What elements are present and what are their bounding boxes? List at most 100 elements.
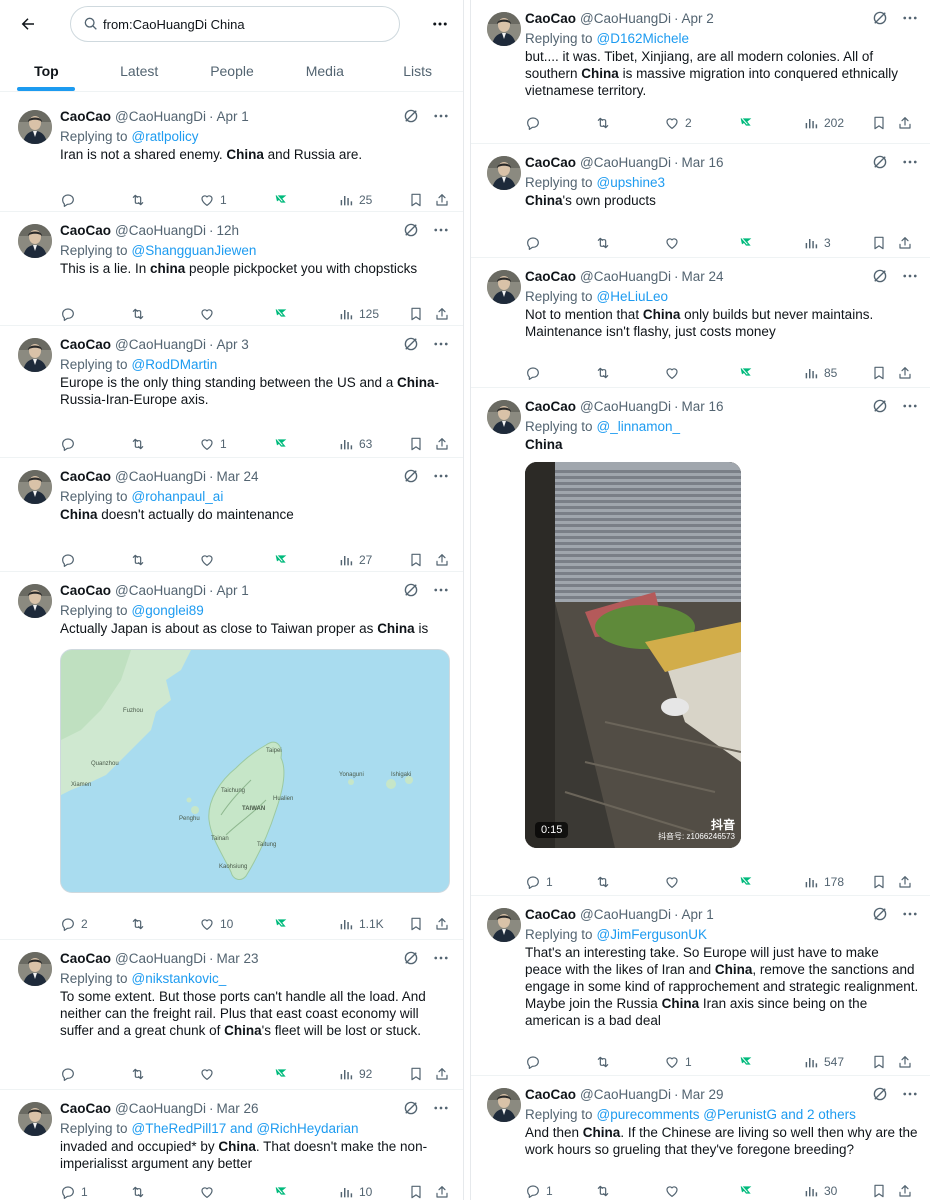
more-icon[interactable]	[901, 153, 919, 171]
replying-to-handle[interactable]: @JimFergusonUK	[597, 927, 708, 942]
avatar[interactable]	[18, 952, 52, 986]
grok-explain-icon[interactable]	[402, 581, 420, 599]
replying-to-handle[interactable]: @purecomments @PerunistG and 2 others	[597, 1107, 856, 1122]
more-icon[interactable]	[901, 267, 919, 285]
more-icon[interactable]	[432, 221, 450, 239]
timestamp[interactable]: Apr 1	[682, 907, 714, 922]
grok-button[interactable]	[273, 552, 289, 568]
grok-explain-icon[interactable]	[871, 1085, 889, 1103]
avatar[interactable]	[487, 908, 521, 942]
reply-button[interactable]: 2	[60, 916, 88, 932]
like-button[interactable]	[199, 306, 220, 322]
timestamp[interactable]: Mar 16	[682, 399, 724, 414]
retweet-button[interactable]	[130, 192, 151, 208]
bookmark-button[interactable]	[871, 365, 887, 381]
views-button[interactable]: 25	[338, 192, 372, 208]
share-button[interactable]	[434, 436, 450, 452]
more-icon[interactable]	[432, 1099, 450, 1117]
display-name[interactable]: CaoCao	[60, 223, 111, 238]
views-button[interactable]: 92	[338, 1066, 372, 1082]
reply-button[interactable]	[60, 192, 81, 208]
share-button[interactable]	[434, 916, 450, 932]
share-button[interactable]	[434, 1066, 450, 1082]
bookmark-button[interactable]	[871, 115, 887, 131]
timestamp[interactable]: 12h	[217, 223, 240, 238]
replying-to-handle[interactable]: @ShangguanJiewen	[132, 243, 257, 258]
grok-explain-icon[interactable]	[402, 335, 420, 353]
like-button[interactable]: 2	[664, 115, 692, 131]
timestamp[interactable]: Mar 26	[217, 1101, 259, 1116]
user-handle[interactable]: @CaoHuangDi	[115, 1101, 206, 1116]
timestamp[interactable]: Mar 23	[217, 951, 259, 966]
display-name[interactable]: CaoCao	[525, 907, 576, 922]
user-handle[interactable]: @CaoHuangDi	[115, 223, 206, 238]
avatar[interactable]	[18, 110, 52, 144]
grok-button[interactable]	[273, 192, 289, 208]
tab-media[interactable]: Media	[278, 50, 371, 91]
more-options-button[interactable]	[428, 12, 452, 36]
avatar[interactable]	[18, 1102, 52, 1136]
replying-to-handle[interactable]: @D162Michele	[597, 31, 690, 46]
tweet[interactable]: CaoCao @CaoHuangDi · Apr 2 Replying to @D162M…	[471, 0, 930, 144]
bookmark-button[interactable]	[871, 1054, 887, 1070]
user-handle[interactable]: @CaoHuangDi	[580, 907, 671, 922]
reply-button[interactable]	[60, 552, 81, 568]
replying-to-handle[interactable]: @nikstankovic_	[132, 971, 227, 986]
share-button[interactable]	[434, 1184, 450, 1200]
like-button[interactable]	[199, 1184, 220, 1200]
timestamp[interactable]: Mar 29	[682, 1087, 724, 1102]
grok-button[interactable]	[738, 115, 754, 131]
views-button[interactable]: 125	[338, 306, 379, 322]
reply-button[interactable]	[525, 1054, 546, 1070]
replying-to-handle[interactable]: @ratlpolicy	[132, 129, 199, 144]
views-button[interactable]: 10	[338, 1184, 372, 1200]
user-handle[interactable]: @CaoHuangDi	[580, 155, 671, 170]
views-button[interactable]: 3	[803, 235, 831, 251]
retweet-button[interactable]	[595, 1183, 616, 1199]
bookmark-button[interactable]	[408, 916, 424, 932]
grok-button[interactable]	[273, 1066, 289, 1082]
grok-explain-icon[interactable]	[871, 267, 889, 285]
tweet[interactable]: CaoCao @CaoHuangDi · Apr 3 Replying to @RodDM…	[0, 326, 463, 458]
tweet[interactable]: CaoCao @CaoHuangDi · Apr 1 Replying to @JimFe…	[471, 896, 930, 1076]
replying-to-handle[interactable]: @_linnamon_	[597, 419, 681, 434]
more-icon[interactable]	[432, 335, 450, 353]
like-button[interactable]: 1	[199, 436, 227, 452]
share-button[interactable]	[897, 1183, 913, 1199]
user-handle[interactable]: @CaoHuangDi	[580, 1087, 671, 1102]
reply-button[interactable]	[60, 436, 81, 452]
more-icon[interactable]	[432, 949, 450, 967]
retweet-button[interactable]	[130, 552, 151, 568]
reply-button[interactable]: 1	[60, 1184, 88, 1200]
bookmark-button[interactable]	[408, 192, 424, 208]
retweet-button[interactable]	[595, 874, 616, 890]
user-handle[interactable]: @CaoHuangDi	[115, 109, 206, 124]
tweet[interactable]: CaoCao @CaoHuangDi · Mar 26 Replying to @TheR…	[0, 1090, 463, 1200]
share-button[interactable]	[897, 1054, 913, 1070]
timestamp[interactable]: Apr 3	[217, 337, 249, 352]
views-button[interactable]: 1.1K	[338, 916, 384, 932]
retweet-button[interactable]	[130, 306, 151, 322]
replying-to-handle[interactable]: @upshine3	[597, 175, 666, 190]
grok-button[interactable]	[738, 1183, 754, 1199]
like-button[interactable]: 10	[199, 916, 233, 932]
share-button[interactable]	[434, 192, 450, 208]
replying-to-handle[interactable]: @gonglei89	[132, 603, 204, 618]
grok-button[interactable]	[273, 306, 289, 322]
user-handle[interactable]: @CaoHuangDi	[115, 469, 206, 484]
grok-button[interactable]	[738, 235, 754, 251]
display-name[interactable]: CaoCao	[60, 337, 111, 352]
views-button[interactable]: 547	[803, 1054, 844, 1070]
more-icon[interactable]	[901, 1085, 919, 1103]
avatar[interactable]	[18, 224, 52, 258]
share-button[interactable]	[897, 874, 913, 890]
replying-to-handle[interactable]: @rohanpaul_ai	[132, 489, 224, 504]
more-icon[interactable]	[901, 9, 919, 27]
display-name[interactable]: CaoCao	[525, 11, 576, 26]
retweet-button[interactable]	[130, 1184, 151, 1200]
more-icon[interactable]	[432, 581, 450, 599]
video-player[interactable]: 0:15 抖音 抖音号: z1066246573	[525, 462, 741, 848]
user-handle[interactable]: @CaoHuangDi	[580, 399, 671, 414]
grok-explain-icon[interactable]	[871, 905, 889, 923]
grok-explain-icon[interactable]	[871, 397, 889, 415]
